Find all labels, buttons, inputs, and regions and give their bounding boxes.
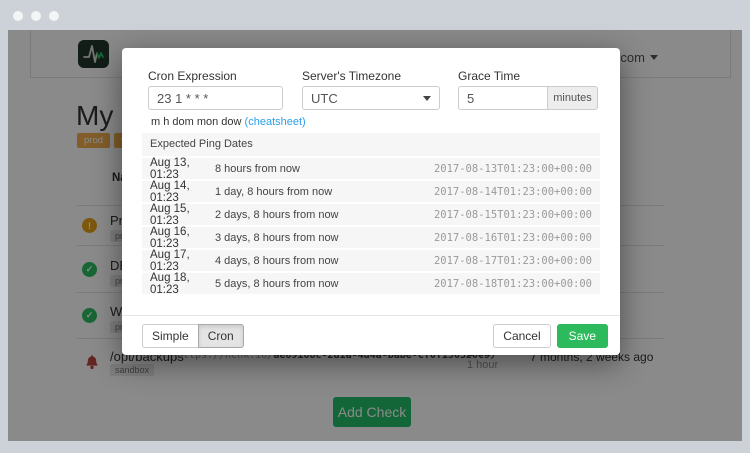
- window-dot-icon[interactable]: [31, 11, 41, 21]
- ping-date: Aug 16, 01:23: [142, 226, 215, 250]
- ping-relative: 1 day, 8 hours from now: [215, 186, 434, 198]
- ping-relative: 5 days, 8 hours from now: [215, 278, 434, 290]
- timezone-select[interactable]: UTC: [302, 86, 440, 110]
- ping-date: Aug 17, 01:23: [142, 249, 215, 273]
- cancel-button[interactable]: Cancel: [493, 324, 550, 348]
- grace-time-input[interactable]: [458, 86, 548, 110]
- timezone-label: Server's Timezone: [302, 69, 401, 83]
- window-dot-icon[interactable]: [49, 11, 59, 21]
- grace-time-label: Grace Time: [458, 69, 520, 83]
- ping-relative: 2 days, 8 hours from now: [215, 209, 434, 221]
- ping-iso-timestamp: 2017-08-18T01:23:00+00:00: [434, 278, 600, 290]
- browser-frame: me@gmail.com My Checks prod worker Name …: [0, 0, 750, 453]
- cron-help-fields: m h dom mon dow: [151, 116, 241, 128]
- ping-date: Aug 13, 01:23: [142, 157, 215, 181]
- ping-date: Aug 18, 01:23: [142, 272, 215, 296]
- cron-help-text: m h dom mon dow (cheatsheet): [151, 116, 306, 128]
- ping-date: Aug 14, 01:23: [142, 180, 215, 204]
- simple-mode-button[interactable]: Simple: [142, 324, 199, 348]
- ping-iso-timestamp: 2017-08-16T01:23:00+00:00: [434, 232, 600, 244]
- ping-date: Aug 15, 01:23: [142, 203, 215, 227]
- ping-row: Aug 13, 01:23 8 hours from now 2017-08-1…: [142, 158, 600, 181]
- schedule-mode-toggle: Simple Cron: [142, 324, 244, 348]
- ping-iso-timestamp: 2017-08-14T01:23:00+00:00: [434, 186, 600, 198]
- ping-iso-timestamp: 2017-08-15T01:23:00+00:00: [434, 209, 600, 221]
- ping-row: Aug 17, 01:23 4 days, 8 hours from now 2…: [142, 250, 600, 273]
- ping-relative: 4 days, 8 hours from now: [215, 255, 434, 267]
- cron-mode-button[interactable]: Cron: [198, 324, 244, 348]
- window-control-dots[interactable]: [13, 11, 59, 21]
- grace-unit-addon: minutes: [548, 86, 598, 110]
- ping-iso-timestamp: 2017-08-17T01:23:00+00:00: [434, 255, 600, 267]
- ping-iso-timestamp: 2017-08-13T01:23:00+00:00: [434, 163, 600, 175]
- save-button[interactable]: Save: [557, 324, 608, 348]
- ping-row: Aug 15, 01:23 2 days, 8 hours from now 2…: [142, 204, 600, 227]
- cron-expression-label: Cron Expression: [148, 69, 237, 83]
- chevron-down-icon: [423, 96, 431, 101]
- cron-expression-input[interactable]: [148, 86, 283, 110]
- timezone-value: UTC: [311, 91, 338, 106]
- cron-editor-modal: Cron Expression m h dom mon dow (cheatsh…: [122, 48, 620, 355]
- ping-relative: 8 hours from now: [215, 163, 434, 175]
- modal-footer: Simple Cron Cancel Save: [122, 315, 620, 355]
- ping-relative: 3 days, 8 hours from now: [215, 232, 434, 244]
- footer-actions: Cancel Save: [493, 324, 608, 348]
- ping-row: Aug 18, 01:23 5 days, 8 hours from now 2…: [142, 273, 600, 296]
- window-dot-icon[interactable]: [13, 11, 23, 21]
- expected-ping-dates-table: Expected Ping Dates Aug 13, 01:23 8 hour…: [142, 133, 600, 296]
- ping-table-header: Expected Ping Dates: [142, 133, 600, 158]
- ping-row: Aug 16, 01:23 3 days, 8 hours from now 2…: [142, 227, 600, 250]
- ping-row: Aug 14, 01:23 1 day, 8 hours from now 20…: [142, 181, 600, 204]
- cheatsheet-link[interactable]: (cheatsheet): [245, 116, 306, 128]
